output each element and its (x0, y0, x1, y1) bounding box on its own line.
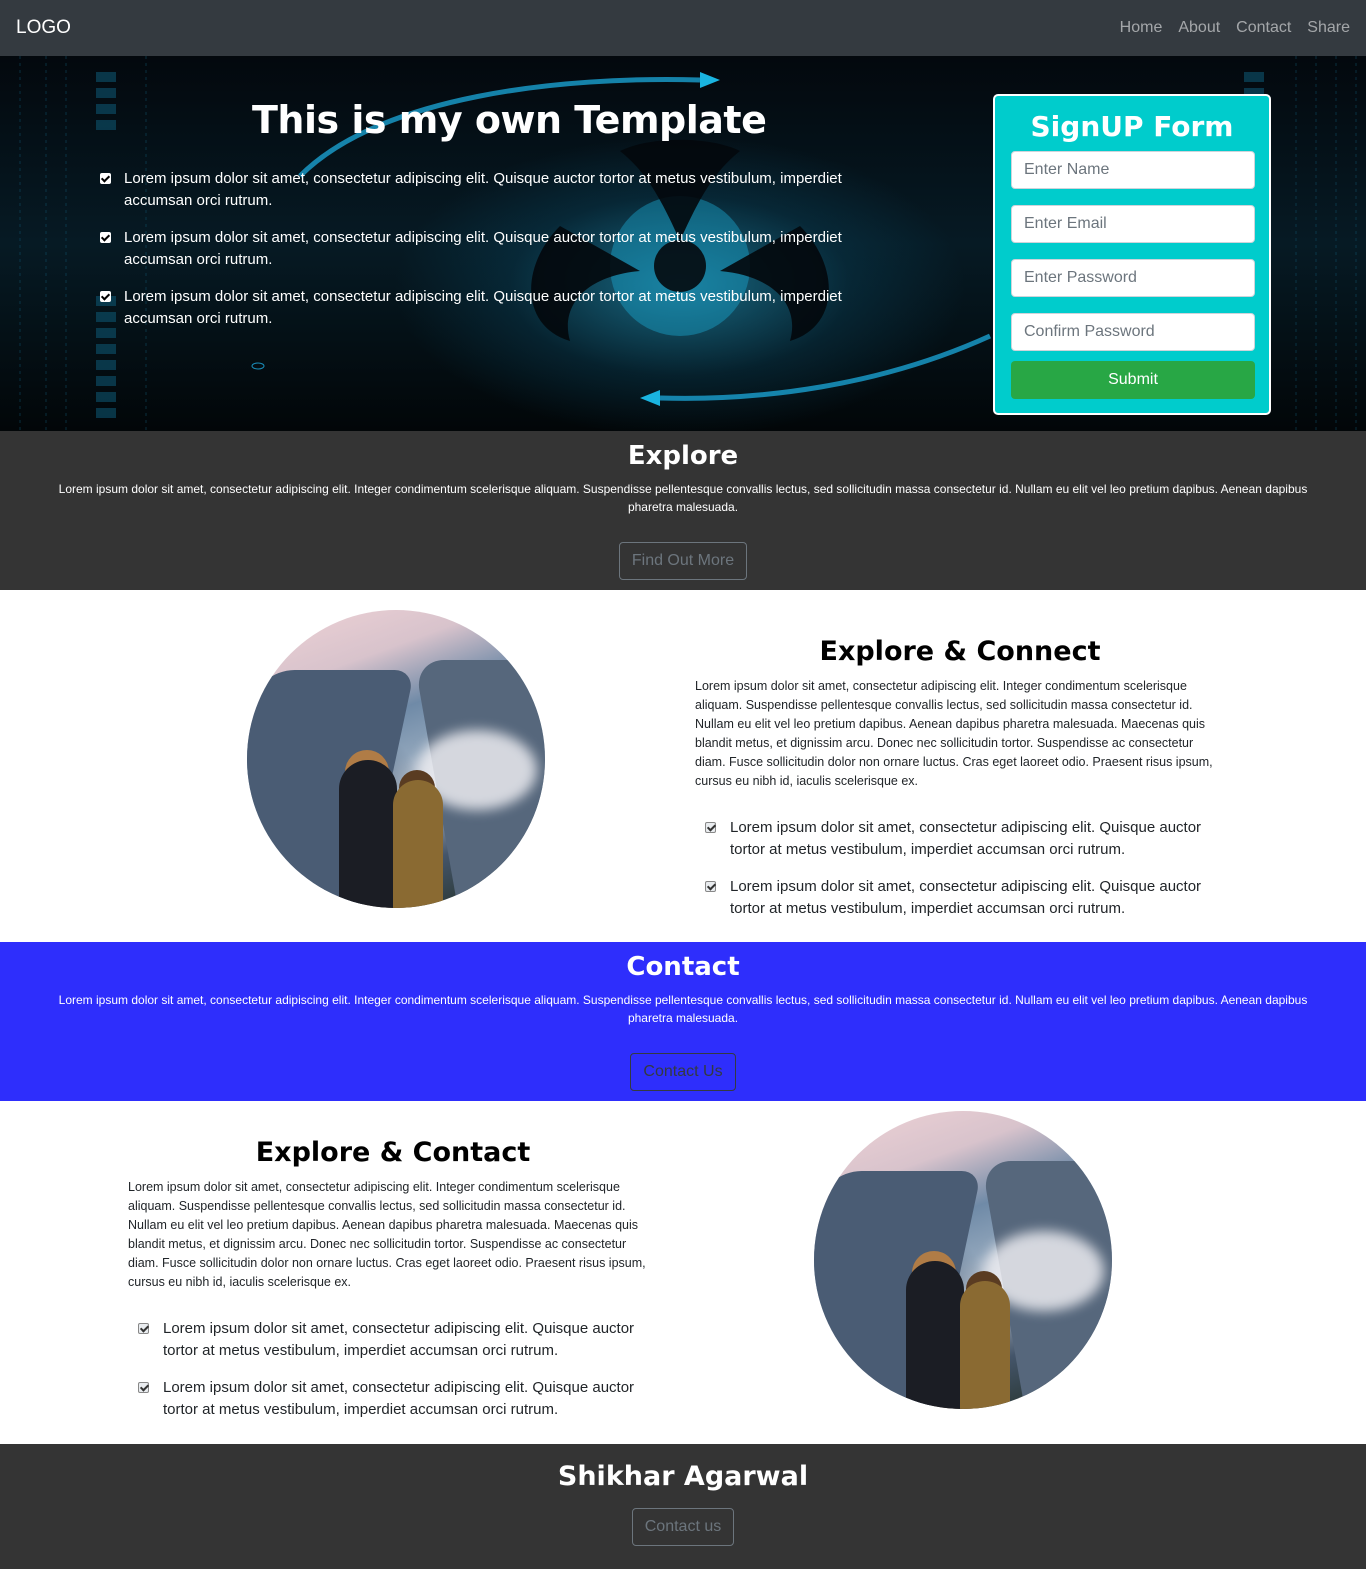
email-input[interactable] (1011, 205, 1255, 243)
checkbox-checked-icon[interactable] (705, 881, 716, 892)
find-out-more-button[interactable]: Find Out More (618, 542, 748, 580)
explore-contact-section: Explore & Contact Lorem ipsum dolor sit … (0, 1101, 1366, 1444)
checkbox-checked-icon[interactable] (100, 232, 111, 243)
footer: Shikhar Agarwal Contact us (0, 1444, 1366, 1569)
logo[interactable]: LOGO (16, 17, 71, 39)
connect-title: Explore & Connect (819, 636, 1101, 667)
nav-link-about[interactable]: About (1178, 19, 1220, 37)
signup-title: SignUP Form (1030, 110, 1234, 143)
checkbox-checked-icon[interactable] (100, 173, 111, 184)
contact-text: Lorem ipsum dolor sit amet, consectetur … (58, 993, 1308, 1025)
nav-links: Home About Contact Share (1120, 19, 1350, 37)
submit-button[interactable]: Submit (1011, 361, 1255, 399)
list-item-text: Lorem ipsum dolor sit amet, consectetur … (730, 878, 1202, 917)
top-navbar: LOGO Home About Contact Share (0, 0, 1366, 56)
explore-contact-paragraph: Lorem ipsum dolor sit amet, consectetur … (128, 1180, 646, 1289)
checkbox-checked-icon[interactable] (138, 1323, 149, 1334)
name-input[interactable] (1011, 151, 1255, 189)
landscape-photo (814, 1111, 1112, 1409)
list-item-text: Lorem ipsum dolor sit amet, consectetur … (163, 1320, 635, 1359)
hero-section: This is my own Template Lorem ipsum dolo… (0, 56, 1366, 431)
explore-contact-title: Explore & Contact (255, 1137, 531, 1168)
explore-title: Explore (627, 441, 739, 471)
landscape-photo (247, 610, 545, 908)
explore-section: Explore Lorem ipsum dolor sit amet, cons… (0, 431, 1366, 590)
contact-title: Contact (626, 952, 740, 982)
list-item-text: Lorem ipsum dolor sit amet, consectetur … (163, 1379, 635, 1418)
list-item: Lorem ipsum dolor sit amet, consectetur … (138, 1318, 658, 1362)
hero-bullet: Lorem ipsum dolor sit amet, consectetur … (100, 168, 860, 212)
list-item-text: Lorem ipsum dolor sit amet, consectetur … (730, 819, 1202, 858)
hero-bullet: Lorem ipsum dolor sit amet, consectetur … (100, 286, 860, 330)
explore-connect-section: Explore & Connect Lorem ipsum dolor sit … (0, 590, 1366, 942)
connect-paragraph: Lorem ipsum dolor sit amet, consectetur … (695, 679, 1213, 788)
nav-link-home[interactable]: Home (1120, 19, 1163, 37)
connect-text-block: Explore & Connect Lorem ipsum dolor sit … (695, 636, 1225, 935)
signup-form: SignUP Form Submit (993, 94, 1271, 415)
checkbox-checked-icon[interactable] (100, 291, 111, 302)
explore-text: Lorem ipsum dolor sit amet, consectetur … (58, 482, 1308, 514)
hero-bullet-list: Lorem ipsum dolor sit amet, consectetur … (100, 168, 860, 345)
nav-link-share[interactable]: Share (1307, 19, 1350, 37)
hero-bullet-text: Lorem ipsum dolor sit amet, consectetur … (124, 229, 842, 268)
contact-us-button[interactable]: Contact Us (630, 1053, 736, 1091)
list-item: Lorem ipsum dolor sit amet, consectetur … (705, 817, 1225, 861)
footer-name: Shikhar Agarwal (557, 1461, 809, 1492)
password-input[interactable] (1011, 259, 1255, 297)
contact-section: Contact Lorem ipsum dolor sit amet, cons… (0, 942, 1366, 1101)
list-item: Lorem ipsum dolor sit amet, consectetur … (705, 876, 1225, 920)
explore-contact-bullet-list: Lorem ipsum dolor sit amet, consectetur … (128, 1318, 658, 1421)
connect-bullet-list: Lorem ipsum dolor sit amet, consectetur … (695, 817, 1225, 920)
nav-link-contact[interactable]: Contact (1236, 19, 1291, 37)
hero-bullet: Lorem ipsum dolor sit amet, consectetur … (100, 227, 860, 271)
explore-contact-text-block: Explore & Contact Lorem ipsum dolor sit … (128, 1137, 658, 1436)
hero-bullet-text: Lorem ipsum dolor sit amet, consectetur … (124, 288, 842, 327)
hero-title: This is my own Template (252, 98, 767, 142)
list-item: Lorem ipsum dolor sit amet, consectetur … (138, 1377, 658, 1421)
hero-bullet-text: Lorem ipsum dolor sit amet, consectetur … (124, 170, 842, 209)
footer-contact-button[interactable]: Contact us (631, 1508, 735, 1546)
confirm-password-input[interactable] (1011, 313, 1255, 351)
checkbox-checked-icon[interactable] (138, 1382, 149, 1393)
checkbox-checked-icon[interactable] (705, 822, 716, 833)
